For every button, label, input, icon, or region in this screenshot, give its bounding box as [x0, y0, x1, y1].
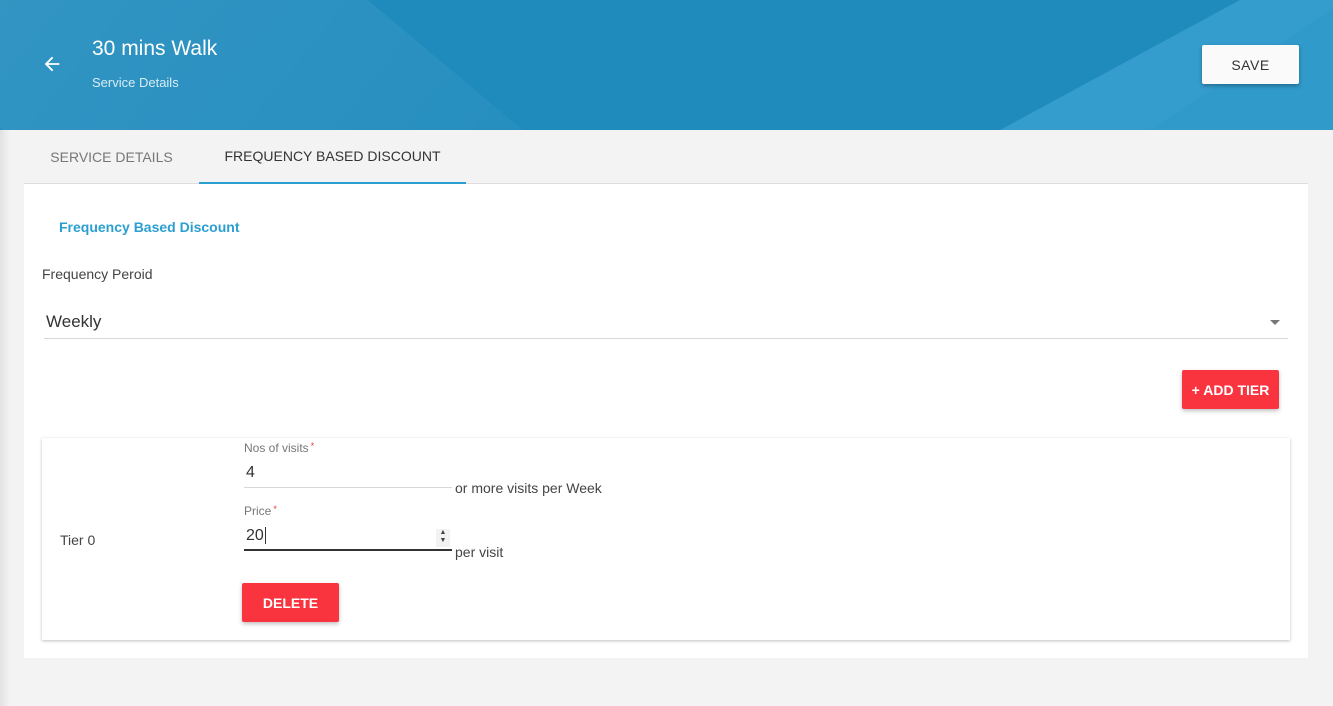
arrow-left-icon	[44, 56, 60, 72]
app-header: 30 mins Walk Service Details SAVE	[0, 0, 1333, 130]
spin-down-icon[interactable]: ▼	[436, 537, 450, 545]
section-title: Frequency Based Discount	[59, 219, 240, 235]
visits-label-text: Nos of visits	[244, 441, 309, 455]
frequency-period-select[interactable]: Weekly	[44, 306, 1288, 339]
number-spinner[interactable]: ▲ ▼	[436, 529, 450, 547]
add-tier-button[interactable]: + ADD TIER	[1182, 370, 1279, 409]
tab-bar: SERVICE DETAILS FREQUENCY BASED DISCOUNT	[24, 130, 1308, 184]
price-input[interactable]: 20 ▲ ▼	[244, 527, 452, 551]
tier-label: Tier 0	[60, 532, 96, 548]
discount-panel: Frequency Based Discount Frequency Peroi…	[24, 184, 1308, 658]
visits-input[interactable]: 4	[244, 464, 452, 488]
header-decoration	[0, 0, 630, 130]
text-cursor	[264, 527, 266, 545]
price-value: 20	[246, 527, 264, 544]
price-label: Price *	[244, 504, 277, 518]
visits-value: 4	[246, 464, 255, 481]
save-button[interactable]: SAVE	[1202, 45, 1299, 84]
visits-label: Nos of visits *	[244, 441, 314, 455]
tab-frequency-based-discount[interactable]: FREQUENCY BASED DISCOUNT	[199, 130, 466, 184]
delete-tier-button[interactable]: DELETE	[242, 583, 339, 622]
price-suffix: per visit	[455, 544, 504, 560]
page-edge-shadow	[0, 130, 10, 706]
page-title: 30 mins Walk	[92, 37, 218, 60]
required-mark: *	[310, 441, 315, 451]
page-subtitle: Service Details	[92, 75, 179, 90]
spin-up-icon[interactable]: ▲	[436, 529, 450, 537]
tab-service-details[interactable]: SERVICE DETAILS	[24, 130, 199, 184]
frequency-period-value: Weekly	[46, 312, 102, 331]
price-label-text: Price	[244, 504, 272, 518]
tier-card: Tier 0 Nos of visits * 4 or more visits p…	[42, 438, 1290, 640]
visits-suffix: or more visits per Week	[455, 480, 602, 496]
back-button[interactable]	[38, 50, 66, 78]
frequency-period-label: Frequency Peroid	[42, 266, 153, 282]
dropdown-caret-icon	[1270, 320, 1280, 325]
required-mark: *	[273, 504, 277, 514]
